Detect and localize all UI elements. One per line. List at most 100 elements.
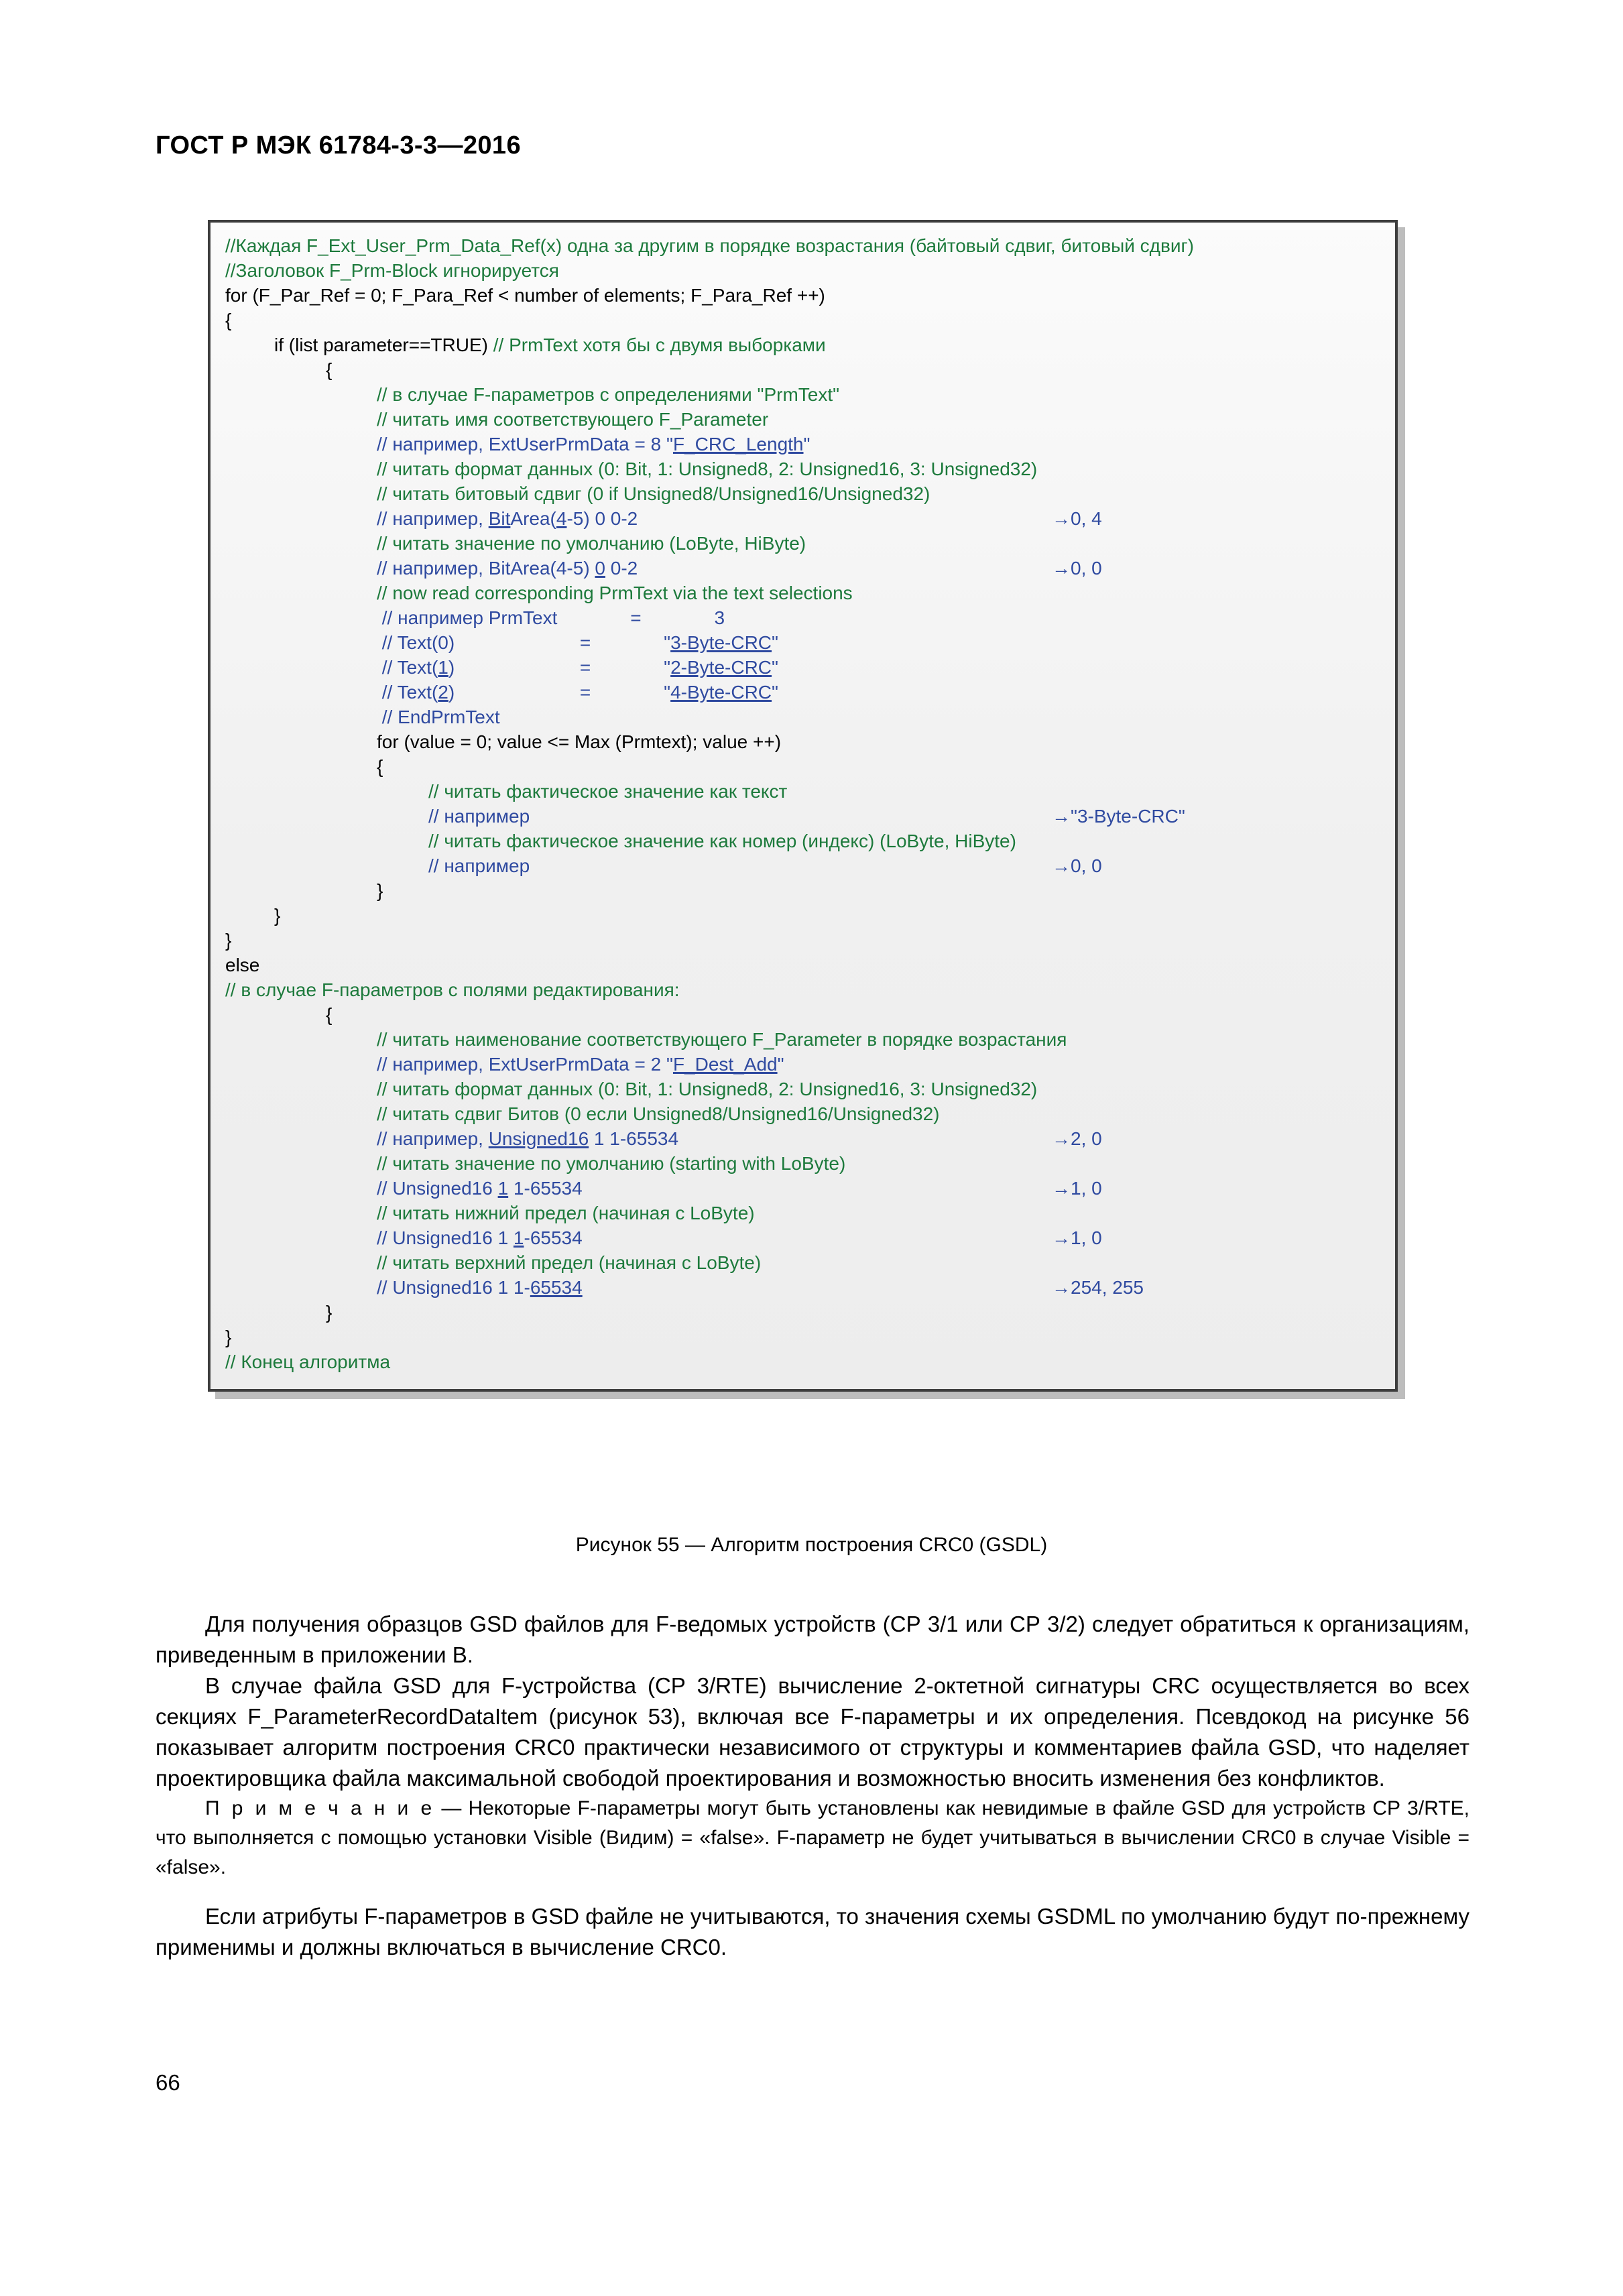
code-underlined-token: 1 — [513, 1227, 524, 1248]
code-line-text: // Text(0) = "3-Byte-CRC" — [377, 630, 778, 655]
code-token: } — [274, 905, 281, 926]
code-token: 1-65534 — [508, 1178, 583, 1199]
code-line-text: // Text(2) = "4-Byte-CRC" — [377, 680, 778, 705]
code-underlined-token: 0 — [595, 558, 605, 579]
code-token: //Каждая F_Ext_User_Prm_Data_Ref(x) одна… — [225, 235, 1195, 256]
code-line-text: // EndPrmText — [377, 705, 500, 729]
code-line: // EndPrmText — [211, 705, 1395, 729]
code-token: ) = " — [448, 682, 671, 703]
code-line-text: } — [225, 928, 231, 953]
code-line: // читать значение по умолчанию (LoByte,… — [211, 531, 1395, 556]
code-line-text: // Unsigned16 1 1-65534 — [377, 1176, 583, 1201]
code-underlined-token: 1 — [438, 657, 448, 678]
code-token: for (F_Par_Ref = 0; F_Para_Ref < number … — [225, 285, 825, 306]
code-line-text: // Text(1) = "2-Byte-CRC" — [377, 655, 778, 680]
code-line-text: // Unsigned16 1 1-65534 — [377, 1225, 583, 1250]
code-line: // в случае F-параметров с определениями… — [211, 382, 1395, 407]
code-token: 1 1-65534 — [589, 1128, 679, 1149]
code-underlined-token: 65534 — [530, 1277, 583, 1298]
code-line-text: } — [225, 1325, 231, 1349]
code-line-text: // например, ExtUserPrmData = 2 "F_Dest_… — [377, 1052, 784, 1077]
code-token: } — [377, 880, 383, 901]
code-line-result: →254, 255 — [1052, 1277, 1144, 1298]
code-line: } — [211, 1300, 1395, 1325]
code-token: // читать наименование соответствующего … — [377, 1029, 1067, 1050]
code-line-text: { — [326, 1002, 332, 1027]
code-token: " — [772, 657, 778, 678]
paragraph-3: Если атрибуты F-параметров в GSD файле н… — [156, 1904, 1469, 1959]
code-line-result: →"3-Byte-CRC" — [1052, 806, 1185, 827]
code-line: else — [211, 953, 1395, 977]
code-line-text: { — [377, 754, 383, 779]
code-line: { — [211, 357, 1395, 382]
code-line: // читать имя соответствующего F_Paramet… — [211, 407, 1395, 432]
code-token: // Text( — [377, 682, 438, 703]
code-token: // в случае F-параметров с определениями… — [377, 384, 840, 405]
code-token: // Text(0) = " — [377, 632, 671, 653]
code-line-text: // now read corresponding PrmText via th… — [377, 581, 853, 605]
code-underlined-token: 4 — [556, 508, 567, 529]
code-line-text: for (F_Par_Ref = 0; F_Para_Ref < number … — [225, 283, 825, 308]
page-header: ГОСТ Р МЭК 61784-3-3—2016 — [156, 131, 521, 160]
code-token: { — [225, 310, 232, 330]
code-line-text: // читать формат данных (0: Bit, 1: Unsi… — [377, 1077, 1037, 1101]
code-underlined-token: Unsigned16 — [488, 1128, 589, 1149]
code-line-text: if (list parameter==TRUE) — [274, 333, 493, 357]
code-line: // в случае F-параметров с полями редакт… — [211, 977, 1395, 1002]
code-line: //Каждая F_Ext_User_Prm_Data_Ref(x) одна… — [211, 233, 1395, 258]
body-text: Для получения образцов GSD файлов для F-… — [156, 1609, 1469, 1963]
code-inline-comment: // PrmText хотя бы с двумя выборками — [493, 335, 826, 355]
code-line: // например →0, 0 — [211, 853, 1395, 878]
code-line-text: // читать фактическое значение как номер… — [428, 829, 1016, 853]
code-line-text: } — [326, 1300, 332, 1325]
code-line-text: { — [225, 308, 231, 333]
code-line-text: //Каждая F_Ext_User_Prm_Data_Ref(x) одна… — [225, 233, 1194, 258]
note-paragraph: П р и м е ч а н и е — Некоторые F-параме… — [156, 1794, 1469, 1882]
code-token: { — [326, 1004, 333, 1025]
code-token: // читать имя соответствующего F_Paramet… — [377, 409, 769, 430]
code-underlined-token: F_Dest_Add — [672, 1054, 778, 1075]
code-line: // читать сдвиг Битов (0 если Unsigned8/… — [211, 1101, 1395, 1126]
code-token: // например, ExtUserPrmData = 8 " — [377, 434, 673, 455]
code-token: // например, — [377, 508, 489, 529]
code-line: } — [211, 928, 1395, 953]
code-line: // Unsigned16 1 1-65534 →254, 255 — [211, 1275, 1395, 1300]
code-token: // now read corresponding PrmText via th… — [377, 583, 853, 603]
code-line: // читать наименование соответствующего … — [211, 1027, 1395, 1052]
code-token: // Text( — [377, 657, 438, 678]
code-line-text: // читать верхний предел (начиная с LoBy… — [377, 1250, 761, 1275]
code-token: Area( — [510, 508, 556, 529]
paragraph-1: Для получения образцов GSD файлов для F-… — [156, 1612, 1469, 1667]
code-line-result: →1, 0 — [1052, 1227, 1102, 1248]
code-line-text: // например — [428, 804, 530, 829]
code-line-text: // читать значение по умолчанию (LoByte,… — [377, 531, 806, 556]
code-line: // now read corresponding PrmText via th… — [211, 581, 1395, 605]
code-token: " — [772, 682, 778, 703]
code-line: } — [211, 1325, 1395, 1349]
code-underlined-token: 4-Byte-CRC — [670, 682, 772, 703]
code-token: // читать формат данных (0: Bit, 1: Unsi… — [377, 1079, 1038, 1099]
code-line-text: else — [225, 953, 259, 977]
code-underlined-token: 3-Byte-CRC — [670, 632, 772, 653]
code-line: // например →"3-Byte-CRC" — [211, 804, 1395, 829]
code-line-text: // читать битовый сдвиг (0 if Unsigned8/… — [377, 481, 930, 506]
pseudocode-box: //Каждая F_Ext_User_Prm_Data_Ref(x) одна… — [208, 220, 1398, 1392]
code-token: for (value = 0; value <= Max (Prmtext); … — [377, 731, 782, 752]
code-line: } — [211, 878, 1395, 903]
code-token: else — [225, 955, 260, 975]
code-line-result: →1, 0 — [1052, 1178, 1102, 1199]
code-token: // читать битовый сдвиг (0 if Unsigned8/… — [377, 483, 930, 504]
code-line: { — [211, 754, 1395, 779]
code-token: ) = " — [448, 657, 671, 678]
page-number: 66 — [156, 2070, 180, 2095]
code-token: // Unsigned16 1 1- — [377, 1277, 530, 1298]
code-underlined-token: 2 — [438, 682, 448, 703]
code-line-result: →0, 4 — [1052, 508, 1102, 529]
code-line: // Unsigned16 1 1-65534 →1, 0 — [211, 1176, 1395, 1201]
code-line: // например, ExtUserPrmData = 8 "F_CRC_L… — [211, 432, 1395, 457]
code-line-text: // например, ExtUserPrmData = 8 "F_CRC_L… — [377, 432, 810, 457]
code-line-text: // в случае F-параметров с определениями… — [377, 382, 839, 407]
code-token: // например, ExtUserPrmData = 2 " — [377, 1054, 673, 1075]
code-line: // Text(2) = "4-Byte-CRC" — [211, 680, 1395, 705]
code-token: // читать значение по умолчанию (startin… — [377, 1153, 846, 1174]
